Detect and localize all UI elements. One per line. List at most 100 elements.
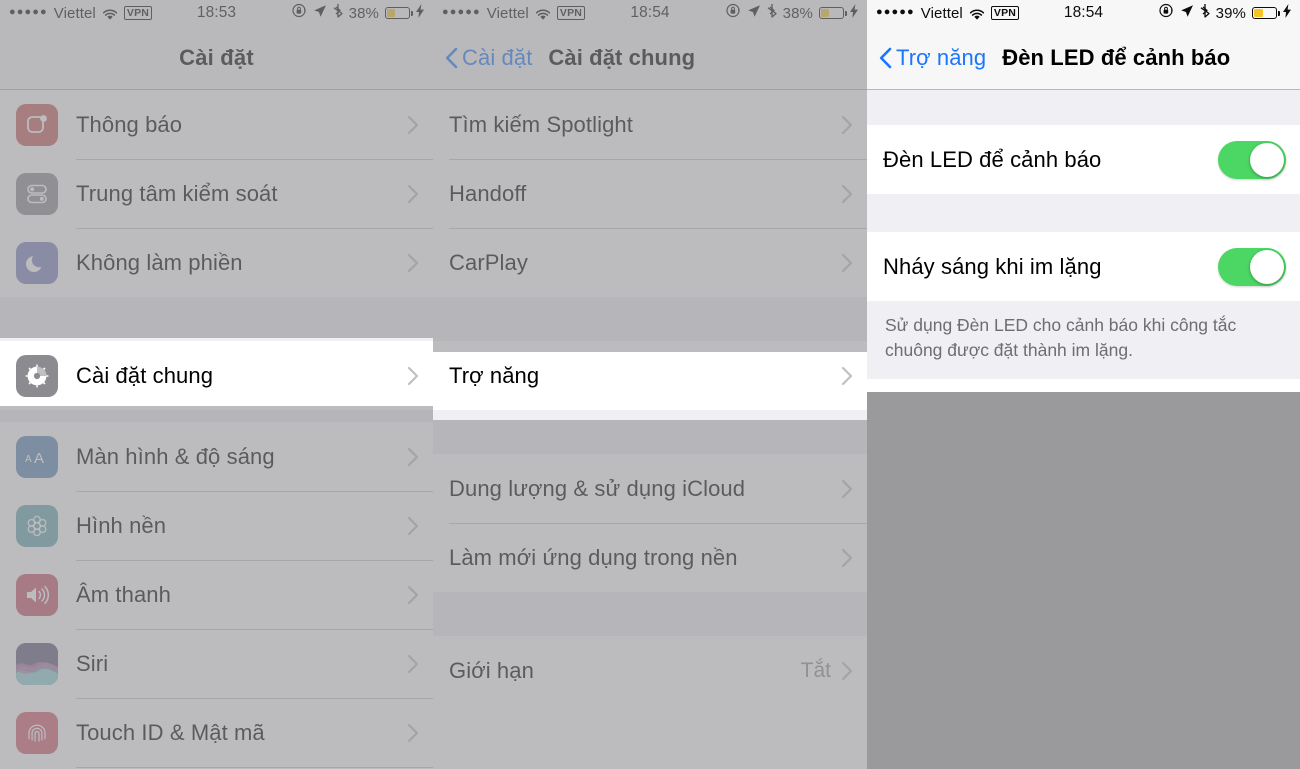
do-not-disturb-icon (16, 241, 58, 284)
setting-row-led-flash-for-alerts[interactable]: Đèn LED để cảnh báo (867, 125, 1300, 194)
sidebar-item-control-center[interactable]: Trung tâm kiểm soát (0, 159, 433, 228)
sidebar-item-background-app-refresh[interactable]: Làm mới ứng dụng trong nền (433, 523, 867, 592)
status-bar-right: 38% (292, 3, 424, 23)
bluetooth-icon (333, 3, 343, 23)
flash-on-silent-toggle[interactable] (1218, 247, 1286, 286)
sidebar-item-spotlight-search[interactable]: Tìm kiếm Spotlight (433, 90, 867, 159)
chevron-right-icon (407, 723, 419, 743)
sidebar-item-carplay[interactable]: CarPlay (433, 228, 867, 297)
row-label: Trung tâm kiểm soát (76, 180, 278, 206)
group-gap (0, 410, 433, 422)
location-arrow-icon (313, 4, 327, 23)
carrier-label: Viettel (920, 4, 963, 22)
settings-list[interactable]: Tìm kiếm Spotlight Handoff CarPlay Trợ n… (433, 90, 867, 705)
sidebar-item-sounds[interactable]: Âm thanh (0, 560, 433, 629)
row-label: Siri (76, 650, 109, 676)
row-label: Làm mới ứng dụng trong nền (449, 544, 738, 570)
status-bar-right: 38% (726, 3, 858, 23)
sidebar-item-handoff[interactable]: Handoff (433, 159, 867, 228)
page-title: Đèn LED để cảnh báo (1002, 44, 1231, 70)
battery-percent-label: 38% (348, 4, 379, 22)
lightning-bolt-icon (1283, 3, 1291, 23)
sidebar-item-do-not-disturb[interactable]: Không làm phiền (0, 228, 433, 297)
sidebar-item-general[interactable]: Cài đặt chung (0, 341, 433, 410)
status-bar: ●●●●● Viettel VPN 18:53 38% (0, 0, 433, 26)
page-title: Cài đặt (179, 44, 254, 70)
sidebar-item-display-brightness[interactable]: AA Màn hình & độ sáng (0, 422, 433, 491)
setting-row-flash-on-silent[interactable]: Nháy sáng khi im lặng (867, 232, 1300, 301)
chevron-right-icon (407, 447, 419, 467)
settings-list[interactable]: Thông báo Trung tâm kiểm soát Không làm … (0, 90, 433, 769)
row-label: Âm thanh (76, 581, 171, 607)
settings-group-2: Trợ năng (433, 341, 867, 410)
svg-text:A: A (34, 450, 44, 467)
row-label: Đèn LED để cảnh báo (883, 146, 1102, 172)
toggle-knob (1250, 142, 1284, 177)
sidebar-item-accessibility[interactable]: Trợ năng (433, 341, 867, 410)
wifi-icon (969, 8, 985, 21)
row-label: Dung lượng & sử dụng iCloud (449, 475, 746, 501)
rotation-lock-icon (726, 3, 741, 23)
panel-led-flash-alerts: ●●●●● Viettel VPN 18:54 39% Trợ năng Đèn… (867, 0, 1300, 769)
gear-icon (16, 354, 58, 397)
row-label: Thông báo (76, 111, 183, 137)
group-gap (867, 90, 1300, 125)
group-gap (0, 297, 433, 341)
chevron-right-icon (841, 184, 853, 204)
sidebar-item-notifications[interactable]: Thông báo (0, 90, 433, 159)
page-background-fill (867, 392, 1300, 769)
sidebar-item-icloud-storage[interactable]: Dung lượng & sử dụng iCloud (433, 454, 867, 523)
status-bar-left: ●●●●● Viettel VPN (876, 4, 1020, 22)
chevron-right-icon (407, 585, 419, 605)
sidebar-item-restrictions[interactable]: Giới hạn Tắt (433, 636, 867, 705)
rotation-lock-icon (1159, 3, 1174, 23)
chevron-right-icon (841, 253, 853, 273)
carrier-label: Viettel (486, 4, 529, 22)
chevron-right-icon (407, 516, 419, 536)
nav-bar: Cài đặt (0, 26, 433, 90)
wifi-icon (535, 8, 551, 21)
bluetooth-icon (1200, 3, 1210, 23)
chevron-right-icon (407, 184, 419, 204)
sidebar-item-touch-id[interactable]: Touch ID & Mật mã (0, 698, 433, 767)
nav-bar: Trợ năng Đèn LED để cảnh báo (867, 26, 1300, 90)
sound-icon (16, 573, 58, 616)
settings-list[interactable]: Đèn LED để cảnh báo Nháy sáng khi im lặn… (867, 90, 1300, 379)
row-value: Tắt (800, 658, 831, 682)
status-bar-left: ●●●●● Viettel VPN (442, 4, 586, 22)
rotation-lock-icon (292, 3, 307, 23)
panel-settings-root: ●●●●● Viettel VPN 18:53 38% Cài đặt Thôn… (0, 0, 433, 769)
vpn-badge: VPN (990, 6, 1020, 20)
siri-icon (16, 642, 58, 685)
display-brightness-icon: AA (16, 435, 58, 478)
chevron-right-icon (841, 115, 853, 135)
sidebar-item-wallpaper[interactable]: Hình nền (0, 491, 433, 560)
chevron-right-icon (407, 253, 419, 273)
chevron-right-icon (841, 366, 853, 386)
back-button-label: Cài đặt (462, 44, 533, 70)
status-bar: ●●●●● Viettel VPN 18:54 39% (867, 0, 1300, 26)
row-label: Touch ID & Mật mã (76, 719, 265, 745)
settings-group-2: Nháy sáng khi im lặng (867, 232, 1300, 301)
row-label: Giới hạn (449, 657, 534, 683)
back-button-label: Trợ năng (896, 44, 987, 70)
led-flash-toggle[interactable] (1218, 140, 1286, 179)
toggle-knob (1250, 249, 1284, 284)
chevron-right-icon (407, 366, 419, 386)
panel-general-settings: ●●●●● Viettel VPN 18:54 38% Cài đặt Cài … (433, 0, 867, 769)
back-button[interactable]: Cài đặt (445, 45, 532, 71)
row-label: Màn hình & độ sáng (76, 443, 275, 469)
chevron-left-icon (879, 47, 892, 69)
carrier-label: Viettel (53, 4, 96, 22)
signal-dots-icon: ●●●●● (9, 5, 48, 18)
sidebar-item-siri[interactable]: Siri (0, 629, 433, 698)
row-label: Handoff (449, 180, 527, 206)
row-label: Tìm kiếm Spotlight (449, 111, 633, 137)
settings-group-1: Tìm kiếm Spotlight Handoff CarPlay (433, 90, 867, 297)
location-arrow-icon (747, 4, 761, 23)
signal-dots-icon: ●●●●● (442, 5, 481, 18)
lightning-bolt-icon (850, 3, 858, 23)
group-gap (433, 410, 867, 454)
settings-group-3: Dung lượng & sử dụng iCloud Làm mới ứng … (433, 454, 867, 592)
back-button[interactable]: Trợ năng (879, 45, 986, 71)
